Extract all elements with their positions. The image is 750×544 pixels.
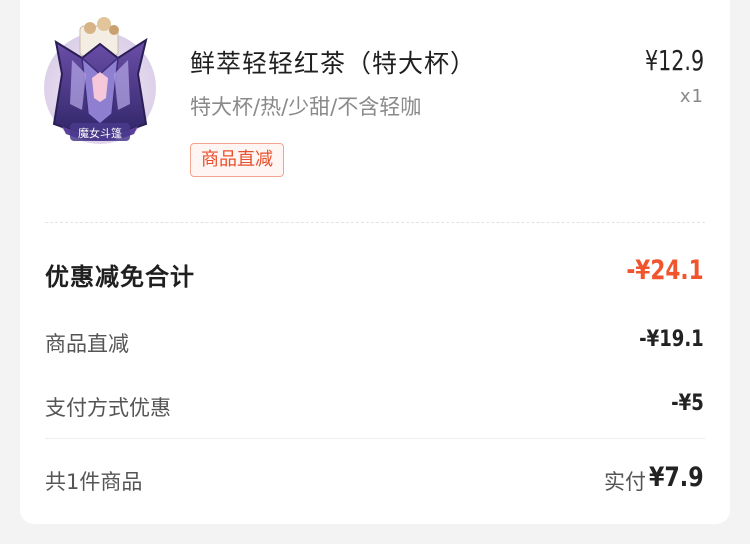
discount-item-label: 支付方式优惠 [45,396,171,420]
divider [45,438,705,439]
discount-item-label: 商品直减 [45,332,129,356]
product-image[interactable]: 魔女斗篷 [42,14,158,144]
discount-item-value: -¥19.1 [639,327,704,352]
discount-item-value: -¥5 [671,391,704,416]
item-count-label: 共1件商品 [45,470,143,494]
paid-label: 实付 [604,470,646,494]
product-price: ¥12.9 [644,44,704,77]
product-title[interactable]: 鲜萃轻轻红茶（特大杯） [190,44,476,80]
product-spec: 特大杯/热/少甜/不含轻咖 [190,95,422,119]
discount-tag: 商品直减 [190,143,284,177]
discount-total-value: -¥24.1 [626,255,704,286]
paid-amount: ¥7.9 [649,462,704,493]
divider [45,222,705,223]
order-detail-card: 魔女斗篷 鲜萃轻轻红茶（特大杯） 特大杯/热/少甜/不含轻咖 商品直减 ¥12.… [20,0,730,524]
image-caption: 魔女斗篷 [78,126,122,140]
product-quantity: x1 [679,86,704,107]
witch-cloak-drink-illustration: 魔女斗篷 [44,17,156,144]
discount-total-label: 优惠减免合计 [45,263,195,291]
